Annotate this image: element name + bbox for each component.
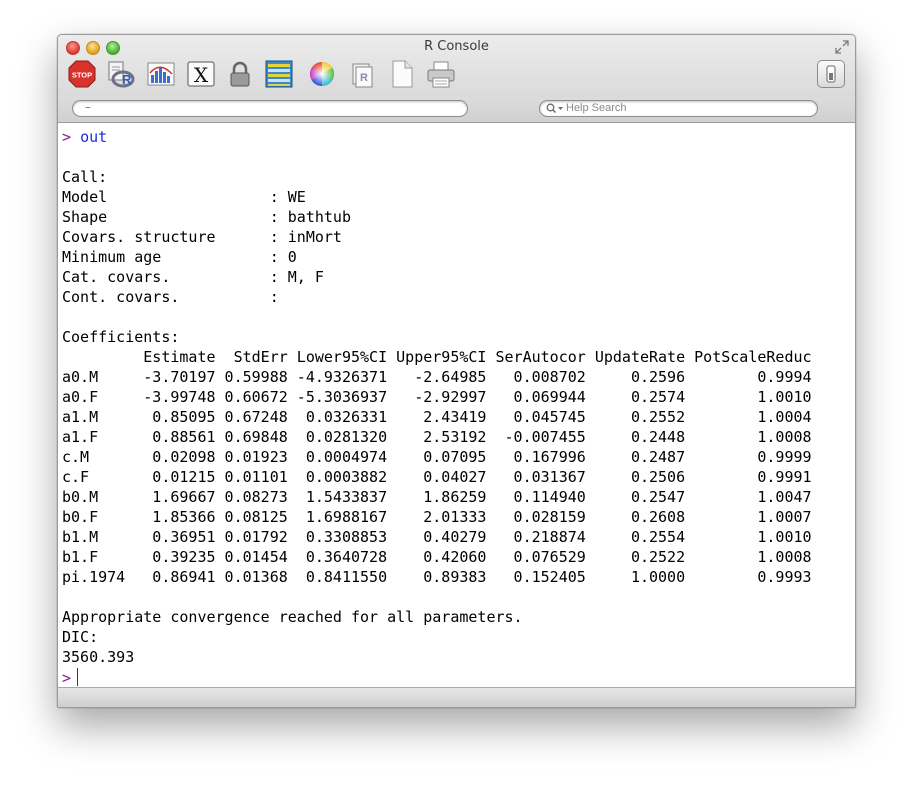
package-manager-icon[interactable]: R [347, 59, 377, 89]
status-bar [58, 687, 855, 707]
svg-text:R: R [360, 72, 368, 84]
input-prompt-symbol: > [62, 669, 72, 687]
console-output-area[interactable]: > out Call: Model : WE Shape : bathtub C… [58, 123, 855, 687]
entered-command: out [80, 128, 108, 146]
search-row: ~ Help Search [58, 97, 855, 123]
input-prompt-line[interactable]: > [62, 668, 79, 687]
svg-text:X: X [194, 63, 209, 87]
x11-icon[interactable]: X [186, 59, 216, 89]
lock-icon[interactable] [225, 59, 255, 89]
command-line: > out [62, 128, 107, 146]
print-icon[interactable] [426, 59, 456, 89]
window-title: R Console [424, 39, 489, 54]
quartz-plot-icon[interactable] [146, 59, 176, 89]
search-icon [546, 103, 563, 114]
working-directory-field[interactable]: ~ [72, 100, 468, 117]
color-wheel-icon[interactable] [307, 59, 337, 89]
new-document-icon[interactable] [387, 59, 417, 89]
console-text: > out Call: Model : WE Shape : bathtub C… [58, 123, 855, 667]
svg-text:R: R [122, 72, 132, 87]
command-output: Call: Model : WE Shape : bathtub Covars.… [62, 168, 812, 666]
r-console-window: R Console STOP R X R ~ Help Search > out… [57, 34, 856, 708]
text-cursor [77, 668, 79, 686]
help-search-placeholder: Help Search [566, 102, 627, 114]
stop-label: STOP [72, 71, 92, 80]
stop-icon[interactable]: STOP [67, 59, 97, 89]
help-search-input[interactable]: Help Search [539, 100, 818, 117]
console-toggle-button[interactable] [817, 60, 845, 88]
data-editor-icon[interactable] [264, 59, 294, 89]
source-script-icon[interactable]: R [105, 59, 135, 89]
toggle-switch-icon [826, 65, 836, 83]
prompt-symbol: > [62, 128, 72, 146]
fullscreen-icon[interactable] [835, 40, 849, 54]
